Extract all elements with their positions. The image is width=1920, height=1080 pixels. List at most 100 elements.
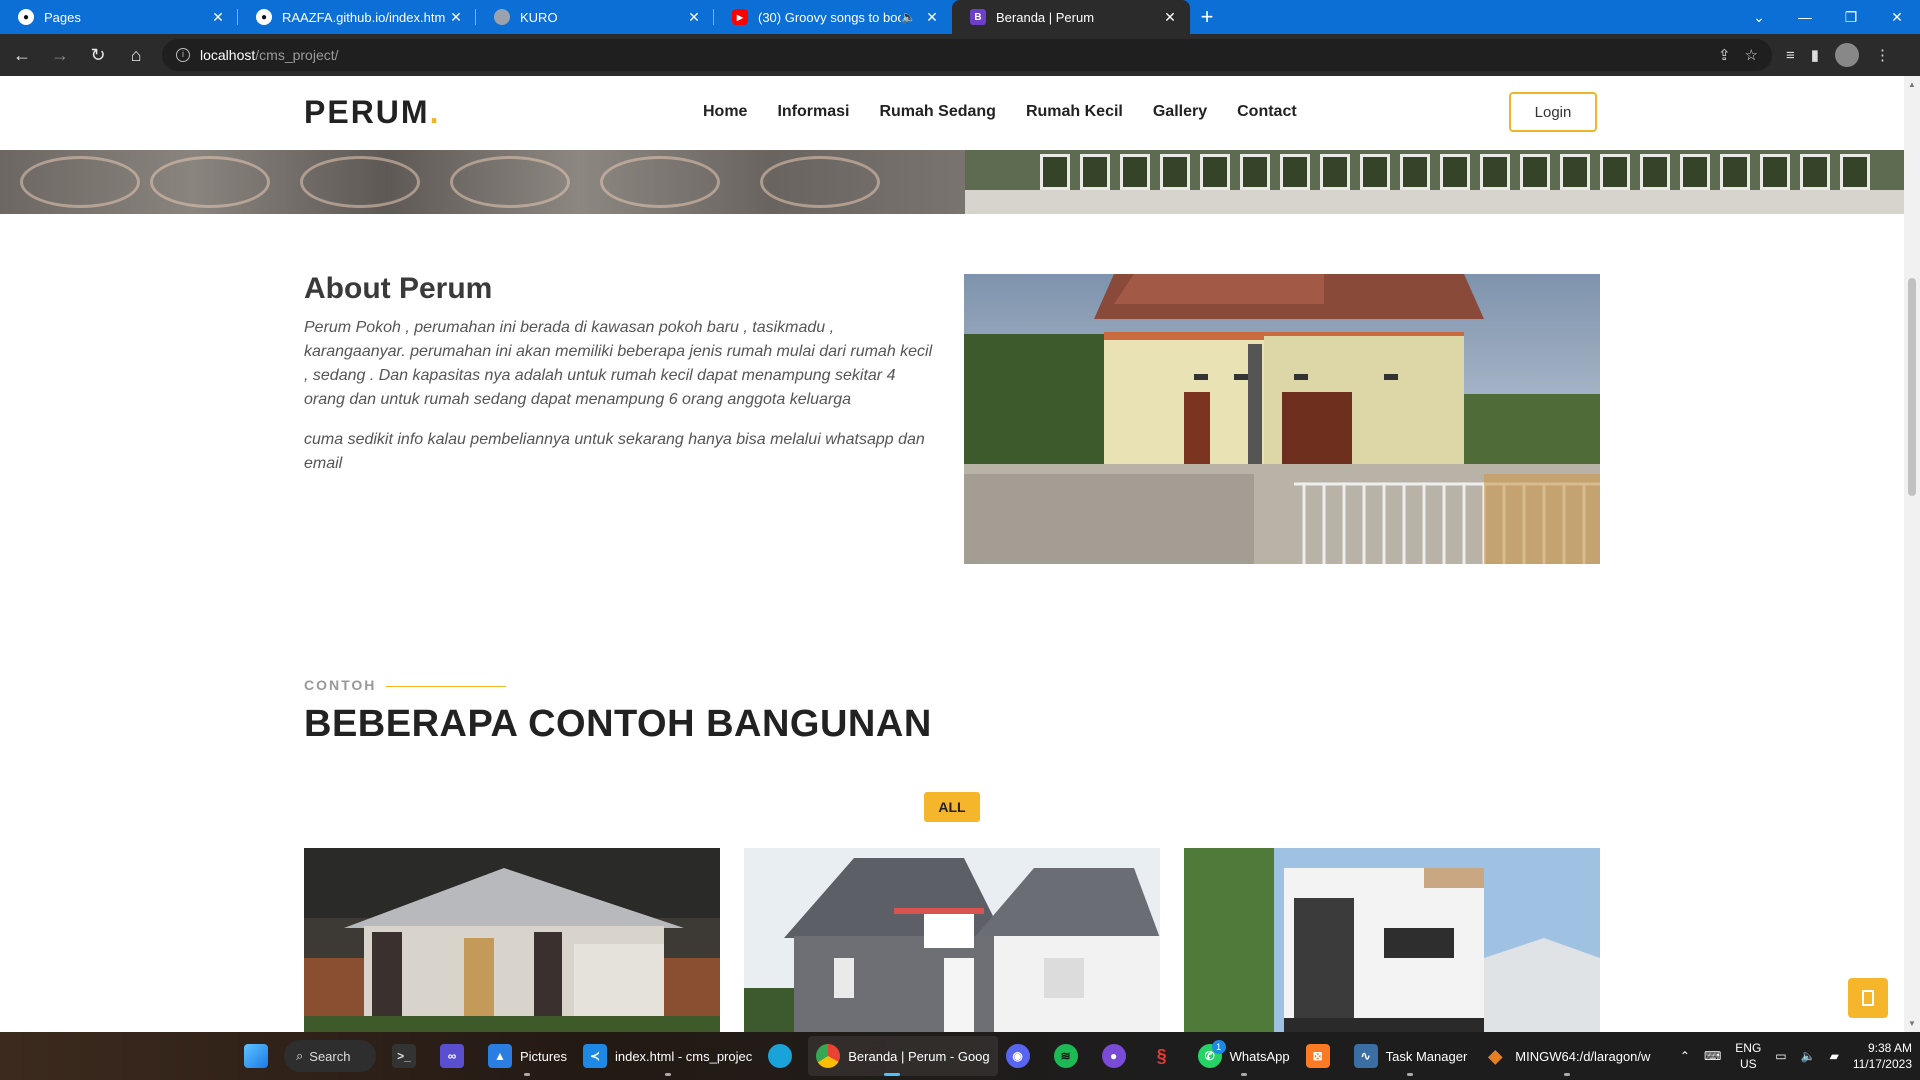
new-tab-button[interactable]: + [1190, 0, 1224, 34]
taskbar-label: Task Manager [1385, 1048, 1468, 1064]
terminal-icon: >_ [392, 1044, 416, 1068]
taskbar-terminal[interactable]: >_ [384, 1036, 432, 1076]
scroll-up-icon[interactable]: ▲ [1908, 80, 1916, 89]
taskbar-chrome[interactable]: Beranda | Perum - Goog [808, 1036, 998, 1076]
close-window-button[interactable]: ✕ [1874, 0, 1920, 34]
eyebrow-divider [386, 686, 506, 687]
main-nav: Home Informasi Rumah Sedang Rumah Kecil … [703, 103, 1297, 121]
tab-title: Pages [44, 9, 81, 25]
language-indicator[interactable]: ENG US [1735, 1040, 1761, 1072]
start-button[interactable] [236, 1036, 284, 1076]
site-logo[interactable]: PERUM. [304, 94, 440, 131]
reload-button[interactable]: ↻ [82, 39, 114, 71]
browser-tab-strip: ● Pages ✕ ● RAAZFA.github.io/index.html … [0, 0, 1920, 34]
back-to-top-button[interactable] [1848, 978, 1888, 1018]
gallery-card[interactable] [744, 848, 1160, 1032]
display-icon[interactable]: ▭ [1775, 1049, 1786, 1063]
gallery-card[interactable] [1184, 848, 1600, 1032]
restore-button[interactable]: ❐ [1828, 0, 1874, 34]
taskbar-whatsapp[interactable]: ✆ 1 WhatsApp [1190, 1036, 1298, 1076]
chrome-icon [816, 1044, 841, 1068]
bootstrap-icon: B [970, 9, 986, 25]
about-title: About Perum [304, 272, 493, 305]
taskbar-git-bash[interactable]: ◆ MINGW64:/d/laragon/w [1475, 1036, 1658, 1076]
forward-button[interactable]: → [44, 39, 76, 71]
media-control-icon[interactable]: ≡ [1786, 47, 1795, 64]
logo-text: PERUM [304, 94, 430, 130]
taskbar-xampp[interactable]: ⊠ [1298, 1036, 1346, 1076]
nav-home[interactable]: Home [703, 103, 747, 121]
taskbar-label: Beranda | Perum - Goog [848, 1048, 990, 1064]
toolbar-right: ≡ ▮ ⋮ [1786, 43, 1890, 67]
scrollbar-thumb[interactable] [1908, 278, 1916, 496]
visual-studio-icon: ∞ [440, 1044, 464, 1068]
share-icon[interactable]: ⇪ [1718, 46, 1731, 64]
chevron-up-icon[interactable]: ⌃ [1680, 1049, 1690, 1063]
close-icon[interactable]: ✕ [922, 9, 942, 26]
login-button[interactable]: Login [1509, 92, 1597, 132]
tab-title: (30) Groovy songs to boost [758, 9, 902, 25]
spotify-icon: ≋ [1053, 1044, 1078, 1068]
bookmark-star-icon[interactable]: ☆ [1745, 46, 1758, 64]
notification-badge: 1 [1211, 1040, 1226, 1054]
browser-tab[interactable]: ● RAAZFA.github.io/index.html at ✕ [238, 0, 476, 34]
tab-title: Beranda | Perum [996, 9, 1095, 25]
taskbar-search[interactable]: ⌕ Search [284, 1040, 376, 1072]
taskbar-visual-studio[interactable]: ∞ [432, 1036, 480, 1076]
taskbar-task-manager[interactable]: ∿ Task Manager [1346, 1036, 1476, 1076]
keyboard-icon[interactable]: ⌨ [1704, 1049, 1721, 1063]
system-clock[interactable]: 9:38 AM 11/17/2023 [1853, 1040, 1912, 1072]
windows-taskbar: ⌕ Search >_ ∞ ▲ Pictures ≺ index.html - cm… [0, 1032, 1920, 1080]
minimize-button[interactable]: — [1782, 0, 1828, 34]
info-icon[interactable]: i [176, 48, 190, 62]
scroll-down-icon[interactable]: ▼ [1908, 1019, 1916, 1028]
address-bar[interactable]: i localhost/cms_project/ ⇪ ☆ [162, 39, 1772, 71]
about-paragraph: Perum Pokoh , perumahan ini berada di ka… [304, 319, 933, 408]
browser-tab[interactable]: KURO ✕ [476, 0, 714, 34]
battery-icon[interactable]: ▰ [1830, 1049, 1839, 1063]
gallery-title: BEBERAPA CONTOH BANGUNAN [304, 703, 932, 745]
nav-contact[interactable]: Contact [1237, 103, 1297, 121]
app-icon: § [1156, 1045, 1167, 1066]
back-button[interactable]: ← [6, 39, 38, 71]
browser-tab[interactable]: ▶ (30) Groovy songs to boost 🔈 ✕ [714, 0, 952, 34]
chevron-down-icon[interactable]: ⌄ [1736, 0, 1782, 34]
browser-tab[interactable]: ● Pages ✕ [0, 0, 238, 34]
taskbar-edge[interactable] [760, 1036, 808, 1076]
close-icon[interactable]: ✕ [208, 9, 228, 26]
browser-tab-active[interactable]: B Beranda | Perum ✕ [952, 0, 1190, 34]
profile-avatar[interactable] [1835, 43, 1860, 67]
close-icon[interactable]: ✕ [684, 9, 704, 26]
volume-icon[interactable]: 🔈 [1801, 1049, 1816, 1063]
clock-date: 11/17/2023 [1852, 1057, 1912, 1071]
taskbar-discord[interactable]: ◉ [998, 1036, 1046, 1076]
kebab-menu-icon[interactable]: ⋮ [1875, 46, 1890, 64]
nav-informasi[interactable]: Informasi [777, 103, 849, 121]
page-viewport: PERUM. Home Informasi Rumah Sedang Rumah… [0, 76, 1904, 1032]
arrow-up-icon [1862, 990, 1874, 1006]
close-icon[interactable]: ✕ [1160, 9, 1180, 26]
address-actions: ⇪ ☆ [1718, 46, 1772, 64]
task-manager-icon: ∿ [1353, 1044, 1378, 1068]
clock-time: 9:38 AM [1867, 1041, 1912, 1055]
taskbar-app[interactable]: § [1142, 1036, 1190, 1076]
taskbar-label: Pictures [520, 1048, 567, 1064]
logo-dot: . [429, 94, 441, 130]
taskbar-github-desktop[interactable]: ● [1094, 1036, 1142, 1076]
nav-rumah-kecil[interactable]: Rumah Kecil [1026, 103, 1123, 121]
windows-icon [244, 1044, 268, 1068]
xampp-icon: ⊠ [1305, 1044, 1330, 1068]
taskbar-vscode[interactable]: ≺ index.html - cms_projec [575, 1036, 760, 1076]
taskbar-spotify[interactable]: ≋ [1046, 1036, 1094, 1076]
nav-rumah-sedang[interactable]: Rumah Sedang [879, 103, 995, 121]
page-scrollbar[interactable]: ▲ ▼ [1904, 76, 1920, 1032]
gallery-card[interactable] [304, 848, 720, 1032]
browser-toolbar: ← → ↻ ⌂ i localhost/cms_project/ ⇪ ☆ ≡ ▮… [0, 34, 1920, 76]
side-panel-icon[interactable]: ▮ [1811, 46, 1819, 64]
close-icon[interactable]: ✕ [446, 9, 466, 26]
nav-gallery[interactable]: Gallery [1153, 103, 1207, 121]
filter-all-button[interactable]: ALL [924, 792, 980, 822]
taskbar-pictures[interactable]: ▲ Pictures [480, 1036, 575, 1076]
speaker-icon[interactable]: 🔈 [901, 10, 916, 24]
home-button[interactable]: ⌂ [120, 39, 152, 71]
